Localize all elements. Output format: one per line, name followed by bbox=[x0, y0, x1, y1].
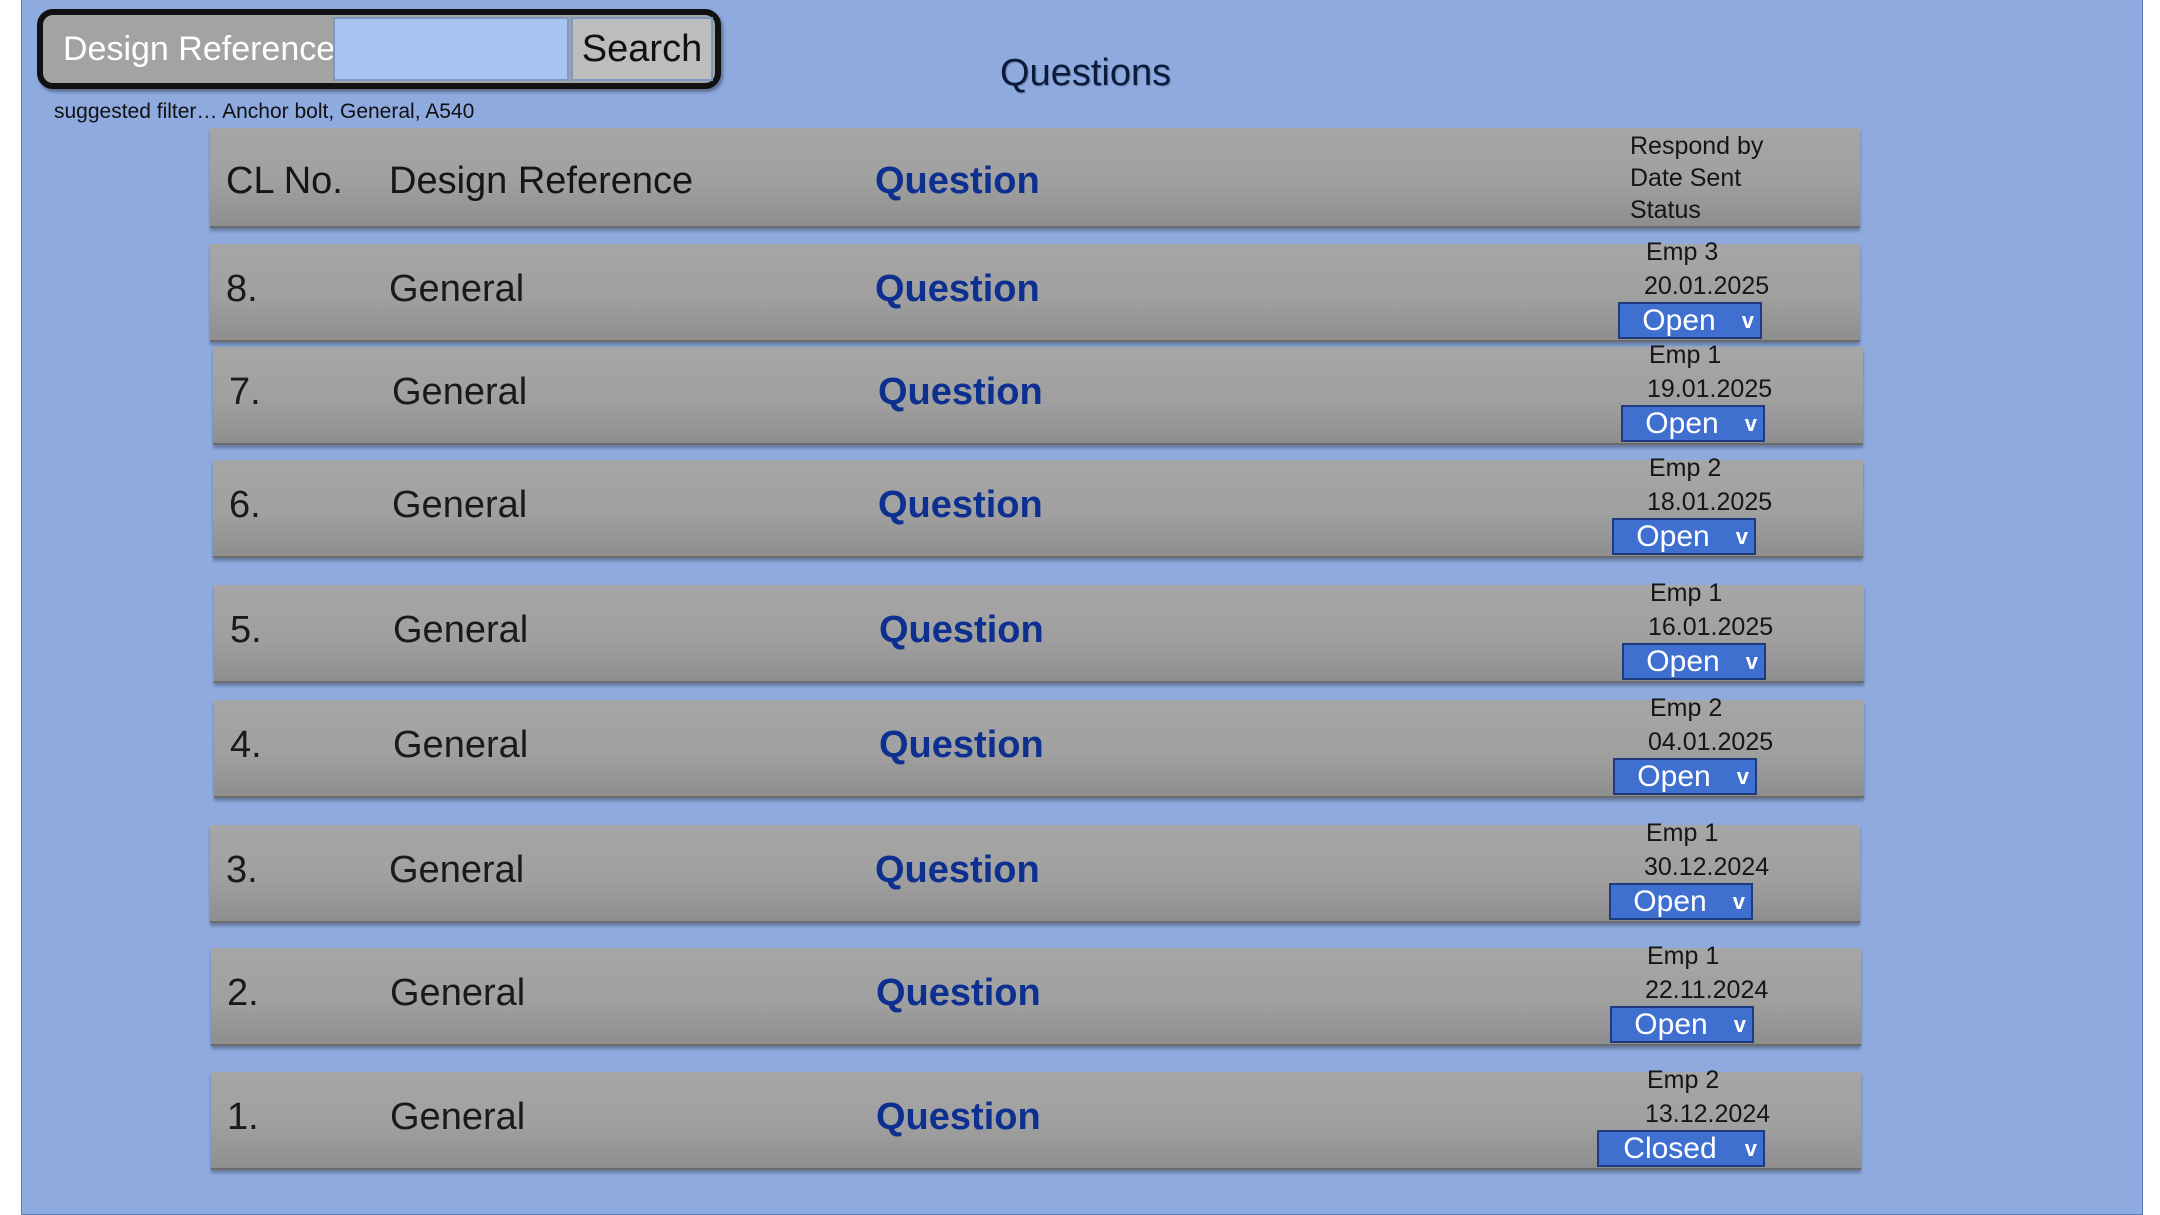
status-value: Open bbox=[1637, 760, 1711, 793]
row-question-link[interactable]: Question bbox=[878, 371, 1043, 414]
header-question: Question bbox=[875, 160, 1040, 202]
row-date-sent: 22.11.2024 bbox=[1645, 976, 1769, 1004]
chevron-down-icon: v bbox=[1745, 649, 1758, 674]
status-value: Closed bbox=[1623, 1132, 1717, 1165]
row-date-sent: 13.12.2024 bbox=[1645, 1100, 1771, 1128]
row-date-sent: 20.01.2025 bbox=[1644, 272, 1770, 300]
status-value: Open bbox=[1645, 407, 1719, 440]
status-dropdown[interactable]: Open v bbox=[1618, 302, 1762, 339]
row-date-sent: 16.01.2025 bbox=[1648, 613, 1774, 641]
status-value: Open bbox=[1634, 1008, 1708, 1041]
row-respond-by: Emp 2 bbox=[1650, 694, 1723, 722]
status-dropdown[interactable]: Open v bbox=[1622, 643, 1766, 680]
status-dropdown[interactable]: Open v bbox=[1621, 405, 1765, 442]
row-date-sent: 19.01.2025 bbox=[1647, 375, 1773, 403]
search-panel: Design Reference: Search bbox=[37, 9, 721, 89]
row-design-reference: General bbox=[390, 972, 526, 1014]
row-question-link[interactable]: Question bbox=[879, 724, 1044, 767]
row-question-link[interactable]: Question bbox=[876, 972, 1041, 1015]
search-label: Design Reference: bbox=[63, 30, 345, 68]
chevron-down-icon: v bbox=[1744, 1136, 1757, 1161]
header-design-reference: Design Reference bbox=[389, 160, 694, 202]
row-cl-no: 8. bbox=[226, 268, 258, 310]
row-respond-by: Emp 3 bbox=[1646, 238, 1719, 266]
row-design-reference: General bbox=[392, 484, 528, 526]
row-design-reference: General bbox=[392, 371, 528, 413]
search-button[interactable]: Search bbox=[571, 17, 713, 81]
page-title: Questions bbox=[1000, 52, 1172, 94]
row-question-link[interactable]: Question bbox=[875, 849, 1040, 892]
chevron-down-icon: v bbox=[1733, 1012, 1746, 1037]
row-cl-no: 2. bbox=[227, 972, 259, 1014]
row-date-sent: 18.01.2025 bbox=[1647, 488, 1773, 516]
row-design-reference: General bbox=[389, 268, 525, 310]
header-status: Status bbox=[1630, 196, 1701, 224]
status-dropdown[interactable]: Open v bbox=[1612, 518, 1756, 555]
status-dropdown[interactable]: Open v bbox=[1609, 883, 1753, 920]
row-design-reference: General bbox=[389, 849, 525, 891]
design-reference-search-input[interactable] bbox=[333, 17, 569, 81]
table-row: 2. General Question Emp 1 22.11.2024 Open v bbox=[211, 942, 1861, 1046]
chevron-down-icon: v bbox=[1735, 524, 1748, 549]
status-dropdown[interactable]: Open v bbox=[1610, 1006, 1754, 1043]
status-value: Open bbox=[1646, 645, 1720, 678]
table-row: 4. General Question Emp 2 04.01.2025 Open v bbox=[214, 694, 1864, 798]
status-value: Open bbox=[1633, 885, 1707, 918]
chevron-down-icon: v bbox=[1741, 308, 1754, 333]
row-design-reference: General bbox=[393, 724, 529, 766]
row-respond-by: Emp 2 bbox=[1647, 1066, 1720, 1094]
row-cl-no: 6. bbox=[229, 484, 261, 526]
table-row: 3. General Question Emp 1 30.12.2024 Open v bbox=[210, 819, 1860, 923]
row-respond-by: Emp 1 bbox=[1647, 942, 1720, 970]
search-hint: suggested filter… Anchor bolt, General, … bbox=[54, 100, 475, 123]
row-cl-no: 3. bbox=[226, 849, 258, 891]
status-value: Open bbox=[1636, 520, 1710, 553]
row-respond-by: Emp 2 bbox=[1649, 454, 1722, 482]
chevron-down-icon: v bbox=[1744, 411, 1757, 436]
row-respond-by: Emp 1 bbox=[1646, 819, 1719, 847]
row-design-reference: General bbox=[390, 1096, 526, 1138]
table-row: 7. General Question Emp 1 19.01.2025 Open v bbox=[213, 341, 1863, 445]
row-question-link[interactable]: Question bbox=[879, 609, 1044, 652]
status-value: Open bbox=[1642, 304, 1716, 337]
status-dropdown[interactable]: Closed v bbox=[1597, 1130, 1765, 1167]
header-date-sent: Date Sent bbox=[1630, 164, 1742, 192]
app-canvas: Design Reference: Search suggested filte… bbox=[21, 0, 2143, 1215]
chevron-down-icon: v bbox=[1732, 889, 1745, 914]
row-design-reference: General bbox=[393, 609, 529, 651]
table-header: CL No. Design Reference Question Respond… bbox=[210, 128, 1860, 228]
table-row: 8. General Question Emp 3 20.01.2025 Open v bbox=[210, 238, 1860, 342]
row-respond-by: Emp 1 bbox=[1650, 579, 1723, 607]
row-question-link[interactable]: Question bbox=[876, 1096, 1041, 1139]
chevron-down-icon: v bbox=[1736, 764, 1749, 789]
table-row: 5. General Question Emp 1 16.01.2025 Open v bbox=[214, 579, 1864, 683]
row-cl-no: 7. bbox=[229, 371, 261, 413]
row-date-sent: 30.12.2024 bbox=[1644, 853, 1770, 881]
table-row: 1. General Question Emp 2 13.12.2024 Closed v bbox=[211, 1066, 1861, 1170]
row-date-sent: 04.01.2025 bbox=[1648, 728, 1774, 756]
header-cl-no: CL No. bbox=[226, 160, 343, 202]
row-question-link[interactable]: Question bbox=[878, 484, 1043, 527]
table-row: 6. General Question Emp 2 18.01.2025 Open v bbox=[213, 454, 1863, 558]
status-dropdown[interactable]: Open v bbox=[1613, 758, 1757, 795]
row-respond-by: Emp 1 bbox=[1649, 341, 1722, 369]
row-cl-no: 5. bbox=[230, 609, 262, 651]
row-cl-no: 4. bbox=[230, 724, 262, 766]
row-question-link[interactable]: Question bbox=[875, 268, 1040, 311]
row-cl-no: 1. bbox=[227, 1096, 259, 1138]
header-respond-by: Respond by bbox=[1630, 132, 1764, 160]
